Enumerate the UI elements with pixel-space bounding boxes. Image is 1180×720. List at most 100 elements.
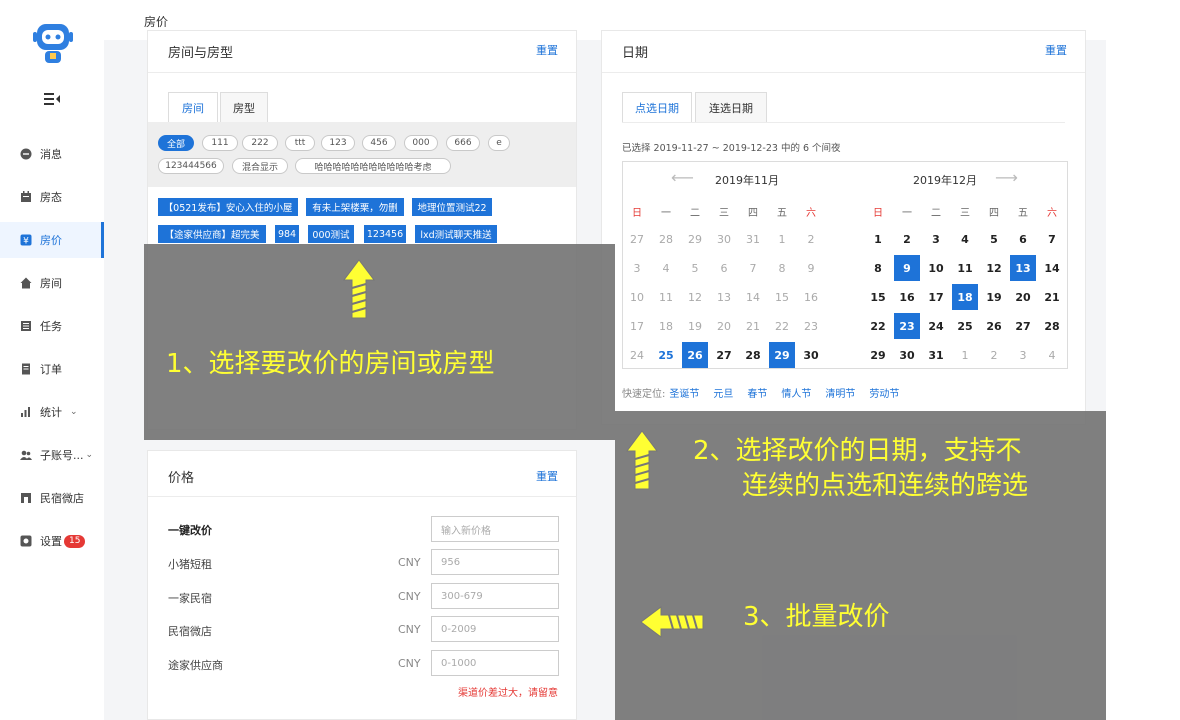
calendar-day[interactable]: 12 bbox=[682, 284, 708, 310]
tab-room-types[interactable]: 房型 bbox=[220, 92, 268, 122]
calendar-day[interactable]: 10 bbox=[624, 284, 650, 310]
tab-rooms[interactable]: 房间 bbox=[168, 92, 218, 122]
calendar-day[interactable]: 2 bbox=[894, 226, 920, 252]
calendar-day[interactable]: 20 bbox=[711, 313, 737, 339]
calendar-day[interactable]: 26 bbox=[981, 313, 1007, 339]
calendar-day[interactable]: 13 bbox=[1010, 255, 1036, 281]
calendar-day[interactable]: 19 bbox=[981, 284, 1007, 310]
sidebar-item-settings[interactable]: 设置 15 bbox=[0, 523, 104, 559]
next-month-icon[interactable]: ⟶ bbox=[995, 168, 1018, 187]
calendar-day[interactable]: 27 bbox=[1010, 313, 1036, 339]
date-reset-button[interactable]: 重置 bbox=[1045, 42, 1067, 58]
calendar-day[interactable]: 13 bbox=[711, 284, 737, 310]
calendar-day[interactable]: 1 bbox=[865, 226, 891, 252]
calendar-day[interactable]: 8 bbox=[865, 255, 891, 281]
quick-link[interactable]: 圣诞节 bbox=[669, 389, 699, 400]
calendar-day[interactable]: 31 bbox=[740, 226, 766, 252]
calendar-day[interactable]: 5 bbox=[981, 226, 1007, 252]
calendar-day[interactable]: 4 bbox=[952, 226, 978, 252]
room-tag[interactable]: 984 bbox=[275, 225, 299, 243]
channel-price-input[interactable]: 0-1000 bbox=[431, 650, 559, 676]
calendar-day[interactable]: 17 bbox=[624, 313, 650, 339]
calendar-day[interactable]: 28 bbox=[740, 342, 766, 368]
sidebar-item-messages[interactable]: 消息 bbox=[0, 136, 104, 172]
sidebar-item-orders[interactable]: 订单 bbox=[0, 351, 104, 387]
calendar-day[interactable]: 23 bbox=[894, 313, 920, 339]
calendar-day[interactable]: 20 bbox=[1010, 284, 1036, 310]
calendar-day[interactable]: 30 bbox=[894, 342, 920, 368]
calendar-day[interactable]: 25 bbox=[952, 313, 978, 339]
calendar-day[interactable]: 28 bbox=[1039, 313, 1065, 339]
calendar-day[interactable]: 18 bbox=[952, 284, 978, 310]
calendar-day[interactable]: 27 bbox=[711, 342, 737, 368]
filter-chip[interactable]: 哈哈哈哈哈哈哈哈哈哈哈考虑 bbox=[295, 158, 451, 174]
filter-chip[interactable]: 123 bbox=[321, 135, 355, 151]
quick-link[interactable]: 清明节 bbox=[825, 389, 855, 400]
sidebar-item-rooms[interactable]: 房间 bbox=[0, 265, 104, 301]
room-tag[interactable]: 【0521发布】安心入住的小屋 bbox=[158, 198, 298, 216]
filter-chip[interactable]: 111 bbox=[202, 135, 238, 151]
calendar-day[interactable]: 3 bbox=[923, 226, 949, 252]
calendar-day[interactable]: 1 bbox=[769, 226, 795, 252]
calendar-day[interactable]: 1 bbox=[952, 342, 978, 368]
calendar-day[interactable]: 29 bbox=[769, 342, 795, 368]
tab-range-select[interactable]: 连选日期 bbox=[695, 92, 767, 122]
calendar-day[interactable]: 4 bbox=[1039, 342, 1065, 368]
filter-chip[interactable]: 000 bbox=[404, 135, 438, 151]
calendar-day[interactable]: 19 bbox=[682, 313, 708, 339]
prev-month-icon[interactable]: ⟵ bbox=[671, 168, 694, 187]
calendar-day[interactable]: 16 bbox=[894, 284, 920, 310]
calendar-day[interactable]: 9 bbox=[798, 255, 824, 281]
sidebar-item-tasks[interactable]: 任务 bbox=[0, 308, 104, 344]
calendar-day[interactable]: 24 bbox=[624, 342, 650, 368]
calendar-day[interactable]: 25 bbox=[653, 342, 679, 368]
calendar-day[interactable]: 7 bbox=[1039, 226, 1065, 252]
sidebar-item-shop[interactable]: 民宿微店 bbox=[0, 480, 104, 516]
rooms-reset-button[interactable]: 重置 bbox=[536, 42, 558, 58]
calendar-day[interactable]: 6 bbox=[1010, 226, 1036, 252]
calendar-day[interactable]: 3 bbox=[1010, 342, 1036, 368]
calendar-day[interactable]: 15 bbox=[769, 284, 795, 310]
price-reset-button[interactable]: 重置 bbox=[536, 468, 558, 484]
calendar-day[interactable]: 24 bbox=[923, 313, 949, 339]
calendar-day[interactable]: 18 bbox=[653, 313, 679, 339]
calendar-day[interactable]: 7 bbox=[740, 255, 766, 281]
filter-chip[interactable]: 456 bbox=[362, 135, 396, 151]
sidebar-item-room-status[interactable]: 房态 bbox=[0, 179, 104, 215]
calendar-day[interactable]: 29 bbox=[682, 226, 708, 252]
calendar-day[interactable]: 23 bbox=[798, 313, 824, 339]
filter-chip[interactable]: ttt bbox=[285, 135, 315, 151]
quick-link[interactable]: 元旦 bbox=[713, 389, 733, 400]
filter-chip[interactable]: 666 bbox=[446, 135, 480, 151]
calendar-day[interactable]: 16 bbox=[798, 284, 824, 310]
quick-link[interactable]: 情人节 bbox=[781, 389, 811, 400]
calendar-day[interactable]: 10 bbox=[923, 255, 949, 281]
filter-chip[interactable]: 全部 bbox=[158, 135, 194, 151]
sidebar-item-statistics[interactable]: 统计 ⌄ bbox=[0, 394, 104, 430]
channel-price-input[interactable]: 956 bbox=[431, 549, 559, 575]
sidebar-item-room-price[interactable]: ¥ 房价 bbox=[0, 222, 104, 258]
calendar-day[interactable]: 3 bbox=[624, 255, 650, 281]
calendar-day[interactable]: 8 bbox=[769, 255, 795, 281]
calendar-day[interactable]: 29 bbox=[865, 342, 891, 368]
calendar-day[interactable]: 17 bbox=[923, 284, 949, 310]
filter-chip[interactable]: 混合显示 bbox=[232, 158, 288, 174]
calendar-day[interactable]: 30 bbox=[711, 226, 737, 252]
room-tag[interactable]: 000测试 bbox=[308, 225, 354, 243]
calendar-day[interactable]: 30 bbox=[798, 342, 824, 368]
quick-link[interactable]: 春节 bbox=[747, 389, 767, 400]
room-tag[interactable]: 123456 bbox=[364, 225, 406, 243]
room-tag[interactable]: 地理位置测试22 bbox=[412, 198, 492, 216]
room-tag[interactable]: lxd测试聊天推送 bbox=[415, 225, 497, 243]
calendar-day[interactable]: 15 bbox=[865, 284, 891, 310]
calendar-day[interactable]: 26 bbox=[682, 342, 708, 368]
calendar-day[interactable]: 14 bbox=[740, 284, 766, 310]
sidebar-item-sub-accounts[interactable]: 子账号... ⌄ bbox=[0, 437, 104, 473]
calendar-day[interactable]: 31 bbox=[923, 342, 949, 368]
calendar-day[interactable]: 22 bbox=[769, 313, 795, 339]
filter-chip[interactable]: 222 bbox=[242, 135, 278, 151]
quick-link[interactable]: 劳动节 bbox=[869, 389, 899, 400]
calendar-day[interactable]: 21 bbox=[740, 313, 766, 339]
calendar-day[interactable]: 11 bbox=[653, 284, 679, 310]
calendar-day[interactable]: 6 bbox=[711, 255, 737, 281]
